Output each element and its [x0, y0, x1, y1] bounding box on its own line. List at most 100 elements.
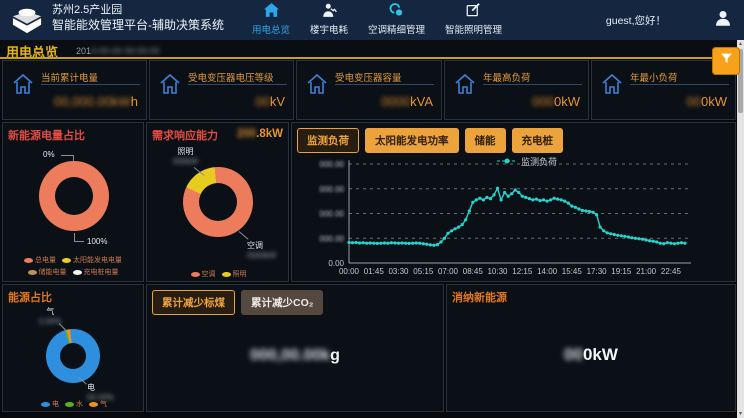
- kpi-title: 受电变压器容量: [335, 70, 402, 84]
- svg-text:00:00: 00:00: [339, 267, 360, 276]
- panel-title: 能源占比: [8, 289, 52, 305]
- donut-hole: [55, 177, 93, 215]
- svg-text:22:45: 22:45: [661, 267, 682, 276]
- legend-item: 总电量: [24, 255, 56, 265]
- vertical-scrollbar[interactable]: ▲ ▼: [737, 40, 744, 418]
- funnel-icon: [720, 52, 733, 70]
- callout-line: [61, 155, 73, 156]
- filter-button[interactable]: [712, 47, 740, 75]
- new-energy-donut-chart: [39, 161, 109, 231]
- demand-response-panel: 需求响应能力 200.8kW 照明000kW 空调0000kW 空调照明: [146, 122, 289, 282]
- nav-item-label: 空调精细管理: [368, 22, 425, 36]
- kpi-card-transformer-capacity: 受电变压器容量 0000kVA: [296, 60, 442, 120]
- legend-swatch-icon: [73, 270, 82, 275]
- panel-title: 消纳新能源: [452, 289, 507, 305]
- nav-item-lighting-management[interactable]: 智能照明管理: [445, 3, 502, 36]
- house-icon: [600, 72, 624, 101]
- nav-item-building-consumption[interactable]: 楼宇电耗: [310, 3, 348, 36]
- house-icon: [11, 72, 35, 101]
- kpi-card-voltage-level: 受电变压器电压等级 00kV: [149, 60, 294, 120]
- touch-icon: [389, 3, 404, 20]
- kpi-underline: [483, 84, 582, 85]
- kpi-title: 年最高负荷: [483, 70, 531, 84]
- demand-response-legend: 空调照明: [147, 269, 290, 279]
- legend-item: 空调: [191, 269, 216, 279]
- legend-swatch-icon: [28, 270, 37, 275]
- page-header: 用电总览 2010-00-00 00:00:00: [0, 40, 737, 58]
- kpi-value: 00,000.00kWh: [54, 94, 138, 109]
- renewable-value: 000kW: [447, 345, 735, 365]
- kpi-title: 年最小负荷: [630, 70, 678, 84]
- legend-swatch-icon: [222, 272, 231, 277]
- reduction-tabs: 累计减少标煤 累计减少CO₂: [152, 290, 323, 315]
- load-chart-svg: 0.00000.00000.00000.00000.0000:0001:4503…: [292, 123, 737, 283]
- app-logo-icon: [8, 5, 46, 40]
- kpi-underline: [188, 84, 287, 85]
- donut-callout-ac: 空调0000kW: [247, 241, 276, 261]
- house-icon: [158, 72, 182, 101]
- legend-item: 照明: [222, 269, 247, 279]
- svg-text:01:45: 01:45: [364, 267, 385, 276]
- tab-co2-reduction[interactable]: 累计减少CO₂: [241, 290, 323, 315]
- dashboard-root: 苏州2.5产业园 智能能效管理平台-辅助决策系统 用电总览 楼宇电耗 空调精: [0, 0, 744, 418]
- kpi-underline: [41, 84, 140, 85]
- svg-text:07:00: 07:00: [438, 267, 459, 276]
- nav-item-power-overview[interactable]: 用电总览: [252, 3, 290, 36]
- tab-coal-reduction[interactable]: 累计减少标煤: [152, 290, 235, 315]
- legend-swatch-icon: [41, 402, 50, 407]
- svg-text:21:00: 21:00: [636, 267, 657, 276]
- svg-text:19:15: 19:15: [611, 267, 632, 276]
- donut-callout-zero: 0%: [43, 150, 55, 160]
- reduction-value: 000,00.00kg: [147, 347, 443, 365]
- nav-item-label: 用电总览: [252, 22, 290, 36]
- kpi-title: 当前累计电量: [41, 70, 98, 84]
- nav-item-ac-management[interactable]: 空调精细管理: [368, 3, 425, 36]
- app-title: 苏州2.5产业园 智能能效管理平台-辅助决策系统: [52, 4, 224, 33]
- nav-item-label: 楼宇电耗: [310, 22, 348, 36]
- new-energy-share-panel: 新能源电量占比 0% 100% 总电量太阳能发电电量储能电量充电桩电量: [2, 122, 144, 282]
- home-icon: [264, 3, 279, 20]
- emission-reduction-panel: 累计减少标煤 累计减少CO₂ 000,00.00kg: [146, 284, 444, 412]
- header-datetime: 2010-00-00 00:00:00: [76, 46, 160, 56]
- kpi-card-current-energy: 当前累计电量 00,000.00kWh: [2, 60, 147, 120]
- legend-swatch-icon: [89, 402, 98, 407]
- callout-line: [74, 233, 75, 241]
- user-avatar-icon[interactable]: [716, 10, 730, 31]
- scroll-down-icon[interactable]: ▼: [737, 410, 744, 418]
- panel-title: 需求响应能力: [152, 127, 218, 143]
- legend-item: 充电桩电量: [73, 267, 119, 277]
- svg-text:000.00: 000.00: [320, 234, 345, 243]
- legend-swatch-icon: [191, 272, 200, 277]
- kpi-underline: [630, 84, 729, 85]
- legend-swatch-icon: [62, 258, 71, 263]
- svg-text:17:30: 17:30: [587, 267, 608, 276]
- kpi-title: 受电变压器电压等级: [188, 70, 274, 84]
- donut-hole: [60, 343, 86, 369]
- svg-text:03:30: 03:30: [388, 267, 409, 276]
- new-energy-legend: 总电量太阳能发电电量储能电量充电桩电量: [5, 255, 141, 277]
- callout-line: [239, 231, 249, 239]
- svg-text:05:15: 05:15: [413, 267, 434, 276]
- donut-callout-hundred: 100%: [87, 237, 107, 247]
- app-title-line2: 智能能效管理平台-辅助决策系统: [52, 18, 224, 33]
- app-title-line1: 苏州2.5产业园: [52, 4, 224, 18]
- edit-square-icon: [466, 3, 481, 20]
- svg-text:000.00: 000.00: [320, 185, 345, 194]
- svg-text:08:45: 08:45: [463, 267, 484, 276]
- kpi-card-year-max-load: 年最高负荷 0000kW: [444, 60, 589, 120]
- kpi-value: 000kW: [687, 94, 727, 109]
- header-underline: [0, 57, 737, 59]
- svg-text:14:00: 14:00: [537, 267, 558, 276]
- energy-mix-legend: 电水气: [3, 399, 145, 409]
- nav-item-label: 智能照明管理: [445, 22, 502, 36]
- user-greeting: guest,您好！: [606, 13, 666, 28]
- legend-item: 电: [41, 399, 59, 409]
- house-icon: [453, 72, 477, 101]
- kpi-value: 00kV: [255, 94, 285, 109]
- svg-text:15:45: 15:45: [562, 267, 583, 276]
- demand-response-donut-chart: [183, 167, 253, 237]
- legend-item: 储能电量: [28, 267, 67, 277]
- kpi-value: 0000kW: [532, 94, 580, 109]
- energy-mix-panel: 能源占比 气0.00% 电00.00% 电水气: [2, 284, 144, 412]
- donut-callout-lighting: 照明000kW: [173, 147, 198, 167]
